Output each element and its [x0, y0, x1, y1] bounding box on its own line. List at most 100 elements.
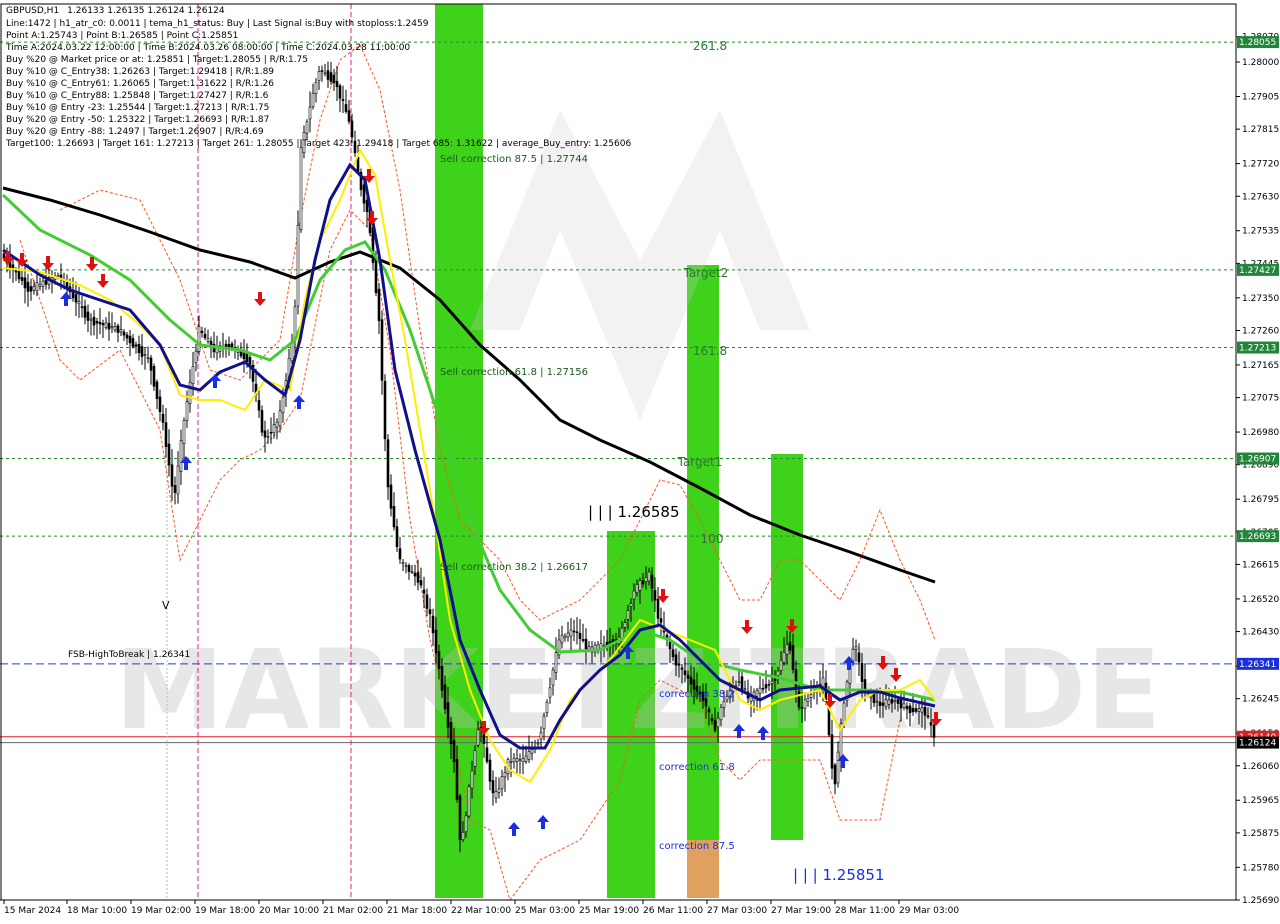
candle-body: [689, 676, 693, 685]
candle: [305, 119, 309, 141]
candle: [518, 753, 522, 774]
candle: [176, 451, 180, 504]
candle-body: [20, 277, 24, 281]
candle-body: [569, 629, 573, 637]
candle-body: [458, 795, 462, 841]
candle: [407, 563, 411, 580]
candle: [155, 379, 159, 410]
candle-body: [920, 707, 924, 713]
candle: [32, 280, 36, 295]
candle: [23, 262, 27, 304]
candle-body: [713, 720, 717, 731]
candle: [359, 168, 363, 197]
symbol-name: GBPUSD,H1: [6, 6, 59, 16]
candle-body: [164, 422, 168, 447]
candle-body: [911, 707, 915, 713]
candle: [488, 753, 492, 791]
x-tick-label: 25 Mar 03:00: [515, 906, 575, 916]
candle-body: [788, 641, 792, 651]
y-tick-label: 1.27630: [1242, 192, 1279, 202]
candle-body: [263, 430, 267, 438]
candle: [500, 769, 504, 797]
candle-body: [434, 629, 438, 654]
y-tick-label: 1.27720: [1242, 160, 1279, 170]
candle: [467, 784, 471, 819]
candle-body: [761, 687, 765, 690]
candle-body: [659, 618, 663, 623]
candle-body: [425, 594, 429, 609]
candle: [116, 323, 120, 343]
candle-body: [113, 326, 117, 331]
candle-body: [800, 706, 804, 710]
candle: [833, 762, 837, 795]
candle-body: [893, 700, 897, 702]
candle: [344, 89, 348, 114]
candle: [80, 295, 84, 318]
candle: [656, 586, 660, 625]
candle: [413, 564, 417, 586]
candle-body: [323, 72, 327, 75]
candle-body: [926, 715, 930, 718]
candle-body: [281, 396, 285, 414]
candle-body: [632, 590, 636, 600]
correction-618-label: correction 61.8: [659, 762, 735, 773]
candle: [401, 558, 405, 571]
candle-body: [140, 346, 144, 357]
candle-body: [857, 652, 861, 663]
candle-body: [776, 670, 780, 676]
candle-body: [896, 699, 900, 704]
candle-body: [182, 420, 186, 444]
candle-body: [683, 670, 687, 675]
ohlc-values: 1.26133 1.26135 1.26124 1.26124: [67, 6, 225, 16]
candle-body: [107, 322, 111, 330]
info-line: Buy %20 @ Entry -50: 1.25322 | Target:1.…: [6, 115, 269, 125]
candle-body: [482, 733, 486, 744]
candle-body: [326, 70, 330, 80]
candle-body: [14, 270, 18, 273]
y-tick-label: 1.27350: [1242, 294, 1279, 304]
target2-label: Target2: [683, 266, 729, 280]
candle-body: [155, 381, 159, 400]
candle-body: [146, 357, 150, 359]
candle-body: [464, 815, 468, 832]
candle: [173, 476, 177, 505]
candle-body: [716, 717, 720, 728]
info-line: Buy %10 @ C_Entry38: 1.26263 | Target:1.…: [6, 67, 274, 77]
candle-body: [791, 645, 795, 670]
candle-body: [653, 590, 657, 601]
candle: [92, 310, 96, 336]
candle-body: [668, 641, 672, 650]
candle-body: [779, 659, 783, 671]
candle-body: [623, 622, 627, 628]
candle: [332, 68, 336, 91]
candle: [236, 345, 240, 360]
candle-body: [161, 413, 165, 423]
candle-body: [635, 584, 639, 593]
candle: [278, 400, 282, 433]
candle-body: [329, 72, 333, 82]
y-tick-label: 1.26245: [1242, 695, 1279, 705]
candle-body: [308, 106, 312, 120]
target1-label: Target1: [677, 455, 723, 469]
candle: [164, 408, 168, 458]
candle: [158, 389, 162, 422]
candle: [152, 363, 156, 391]
candle-body: [473, 750, 477, 767]
candle-body: [83, 305, 87, 318]
candle-body: [257, 400, 261, 411]
candle-body: [440, 666, 444, 691]
candle-body: [872, 693, 876, 704]
candle: [86, 304, 90, 333]
candle: [314, 78, 318, 103]
candle-body: [401, 562, 405, 564]
candle-body: [374, 256, 378, 294]
candle-body: [932, 724, 936, 738]
candle: [512, 753, 516, 769]
candle-body: [548, 687, 552, 698]
candle-body: [119, 329, 123, 333]
candle-body: [128, 335, 132, 344]
y-tick-label: 1.27535: [1242, 227, 1279, 237]
point-c-label: | | | 1.25851: [793, 866, 885, 884]
y-tick-label: 1.26795: [1242, 495, 1279, 505]
candle: [194, 343, 198, 372]
